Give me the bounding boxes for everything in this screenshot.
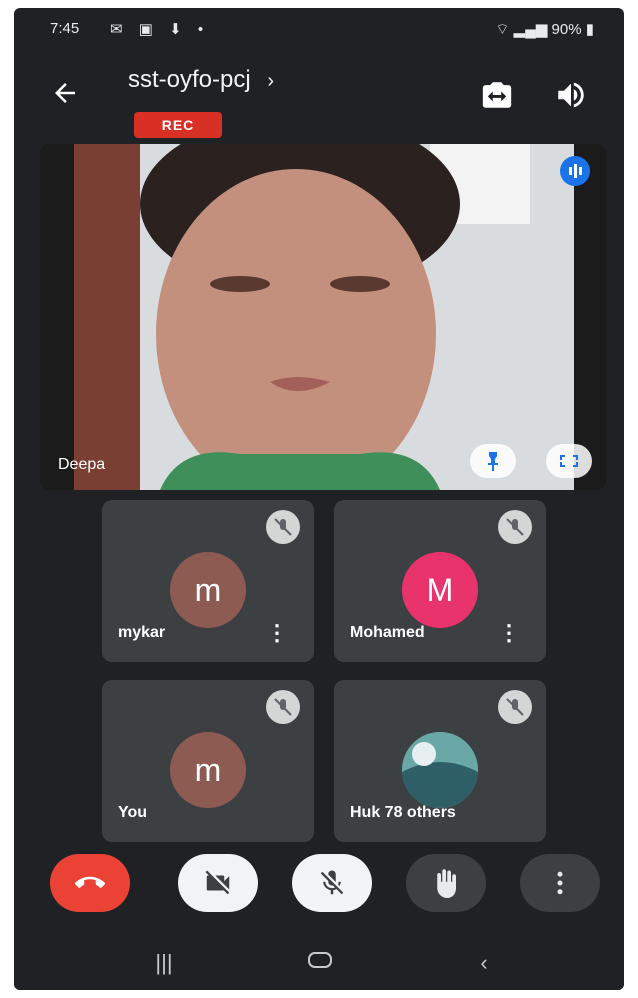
battery-icon: ▮ — [585, 21, 594, 38]
participant-tile[interactable]: m mykar ⋮ — [102, 500, 314, 662]
wifi-icon: ⌔ — [495, 21, 510, 38]
raise-hand-icon[interactable] — [406, 854, 486, 912]
battery-percent: 90% — [551, 21, 582, 38]
download-icon: ⬇ — [169, 21, 188, 38]
more-options-icon[interactable] — [520, 854, 600, 912]
recents-icon[interactable]: ||| — [144, 950, 184, 978]
call-controls — [14, 854, 624, 934]
meet-app-screen: 7:45 ✉ ▣ ⬇ • ⌔ ▂▄▆ 90% ▮ sst-oyfo-pcj › … — [14, 8, 624, 990]
participant-name: mykar — [118, 624, 166, 641]
audio-active-icon — [560, 156, 590, 186]
meeting-title[interactable]: sst-oyfo-pcj › — [128, 66, 274, 94]
mic-off-icon[interactable] — [292, 854, 372, 912]
more-vert-icon[interactable]: ⋮ — [498, 620, 520, 646]
avatar: m — [170, 732, 246, 808]
participant-video-feed — [40, 144, 606, 490]
dot-icon: • — [197, 21, 210, 38]
mic-off-icon — [498, 690, 532, 724]
participant-name: Huk 78 others — [350, 804, 456, 821]
back-icon[interactable]: ‹ — [464, 950, 504, 978]
pin-icon[interactable] — [470, 444, 516, 478]
avatar: m — [170, 552, 246, 628]
recording-badge: REC — [134, 112, 222, 138]
message-icon: ✉ — [110, 21, 129, 38]
back-arrow-icon[interactable] — [50, 78, 90, 118]
camera-off-icon[interactable] — [178, 854, 258, 912]
fullscreen-icon[interactable] — [546, 444, 592, 478]
chevron-right-icon: › — [267, 70, 275, 92]
participant-tile-self[interactable]: m You — [102, 680, 314, 842]
status-bar: 7:45 ✉ ▣ ⬇ • ⌔ ▂▄▆ 90% ▮ — [14, 8, 624, 46]
gallery-icon: ▣ — [138, 21, 159, 38]
mic-off-icon — [266, 510, 300, 544]
home-icon[interactable] — [300, 950, 340, 978]
end-call-icon[interactable] — [50, 854, 130, 912]
more-vert-icon[interactable]: ⋮ — [266, 620, 288, 646]
participant-tile-others[interactable]: Huk 78 others — [334, 680, 546, 842]
avatar: M — [402, 552, 478, 628]
avatar-photo — [402, 732, 478, 808]
system-nav-bar: ||| ‹ — [14, 934, 624, 990]
participant-tile[interactable]: M Mohamed ⋮ — [334, 500, 546, 662]
main-participant-name: Deepa — [58, 456, 106, 473]
mic-off-icon — [266, 690, 300, 724]
switch-camera-icon[interactable] — [480, 78, 520, 118]
meeting-code: sst-oyfo-pcj — [128, 66, 251, 93]
mic-off-icon — [498, 510, 532, 544]
participant-name: Mohamed — [350, 624, 425, 641]
status-time: 7:45 — [50, 20, 80, 37]
main-video-tile[interactable]: Deepa — [40, 144, 606, 490]
status-system-icons: ⌔ ▂▄▆ 90% ▮ — [495, 20, 594, 39]
participant-name: You — [118, 804, 148, 821]
meeting-header: sst-oyfo-pcj › REC — [14, 48, 624, 148]
status-notification-icons: ✉ ▣ ⬇ • — [110, 20, 209, 38]
signal-icon: ▂▄▆ — [513, 21, 548, 38]
speaker-icon[interactable] — [554, 78, 594, 118]
